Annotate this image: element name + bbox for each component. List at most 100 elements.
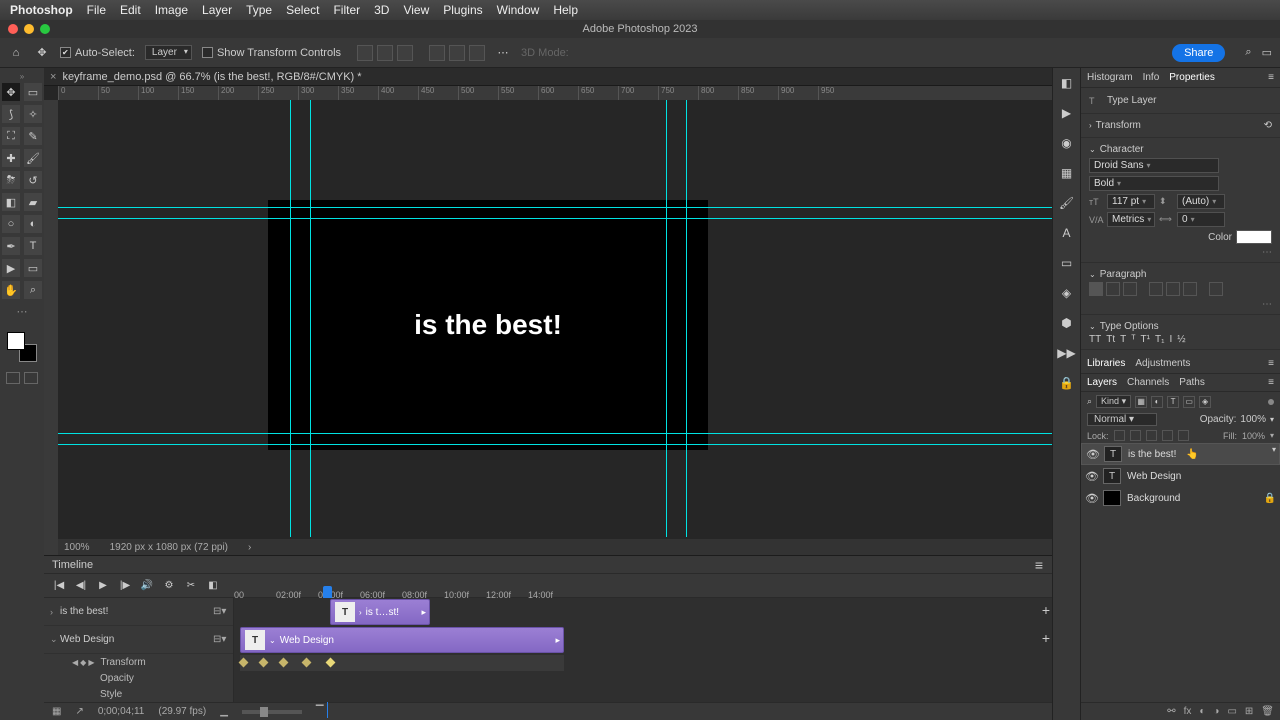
guide-horizontal[interactable] xyxy=(58,218,1052,219)
mask-icon[interactable]: ◐ xyxy=(1199,706,1205,717)
playhead[interactable] xyxy=(323,586,332,598)
crop-tool[interactable]: ⛶ xyxy=(2,127,20,145)
marquee-tool[interactable]: ▭ xyxy=(24,83,42,101)
menu-view[interactable]: View xyxy=(403,3,429,17)
fx-icon[interactable]: fx xyxy=(1184,706,1192,717)
adjustment-icon[interactable]: ◑ xyxy=(1213,706,1219,717)
document-tab[interactable]: keyframe_demo.psd @ 66.7% (is the best!,… xyxy=(62,71,361,83)
layers-menu-icon[interactable]: ≡ xyxy=(1268,377,1274,388)
panel-icon-typography[interactable]: A xyxy=(1058,224,1076,242)
auto-select-dropdown[interactable]: Layer xyxy=(145,45,192,60)
eyedropper-tool[interactable]: ✎ xyxy=(24,127,42,145)
zoom-level[interactable]: 100% xyxy=(64,542,90,553)
blend-mode-dropdown[interactable]: Normal ▾ xyxy=(1087,413,1157,426)
delete-layer-icon[interactable]: 🗑 xyxy=(1261,706,1274,717)
history-brush-tool[interactable]: ↺ xyxy=(24,171,42,189)
superscript[interactable]: T¹ xyxy=(1141,334,1150,345)
lasso-tool[interactable]: ⟆ xyxy=(2,105,20,123)
move-tool-icon[interactable]: ✥ xyxy=(34,45,50,61)
clip-is-the-best[interactable]: T › is t…st! ▸ xyxy=(330,599,430,625)
path-select-tool[interactable]: ▶ xyxy=(2,259,20,277)
visibility-toggle[interactable]: 👁 xyxy=(1085,470,1097,483)
menu-select[interactable]: Select xyxy=(286,3,319,17)
blur-tool[interactable]: ○ xyxy=(2,215,20,233)
leading-field[interactable]: (Auto) xyxy=(1177,194,1225,209)
keyframe[interactable] xyxy=(259,658,269,668)
justify-all[interactable] xyxy=(1209,282,1223,296)
filter-search-icon[interactable]: ⌕ xyxy=(1087,396,1092,407)
search-icon[interactable]: ⌕ xyxy=(1245,46,1251,59)
guide-vertical[interactable] xyxy=(686,100,687,537)
panel-icon-3d[interactable]: ⬢ xyxy=(1058,314,1076,332)
filter-adjust[interactable]: ◐ xyxy=(1151,396,1163,408)
layer-opacity-value[interactable]: 100% xyxy=(1240,414,1266,425)
filter-type[interactable]: T xyxy=(1167,396,1179,408)
font-weight-dropdown[interactable]: Bold xyxy=(1089,176,1219,191)
stamp-tool[interactable]: ⛈ xyxy=(2,171,20,189)
tab-properties[interactable]: Properties xyxy=(1169,72,1215,83)
type-options-section-toggle[interactable]: ⌄Type Options xyxy=(1089,321,1272,332)
lock-all[interactable] xyxy=(1178,430,1189,441)
filter-smart[interactable]: ◈ xyxy=(1199,396,1211,408)
panel-icon-1[interactable]: ◧ xyxy=(1058,74,1076,92)
split-clip[interactable]: ✂ xyxy=(184,579,198,593)
frame-mode-icon[interactable]: ▦ xyxy=(52,706,61,717)
font-family-dropdown[interactable]: Droid Sans xyxy=(1089,158,1219,173)
lock-pixels[interactable] xyxy=(1130,430,1141,441)
keyframe-active[interactable] xyxy=(326,658,336,668)
justify-left[interactable] xyxy=(1149,282,1163,296)
panel-icon-styles[interactable]: ▭ xyxy=(1058,254,1076,272)
align-right-text[interactable] xyxy=(1123,282,1137,296)
menu-type[interactable]: Type xyxy=(246,3,272,17)
align-left[interactable] xyxy=(357,45,373,61)
guide-horizontal[interactable] xyxy=(58,207,1052,208)
align-top[interactable] xyxy=(429,45,445,61)
filter-toggle[interactable] xyxy=(1268,399,1274,405)
lock-artboard[interactable] xyxy=(1162,430,1173,441)
standard-mask-mode[interactable] xyxy=(6,372,20,384)
doc-dimensions[interactable]: 1920 px x 1080 px (72 ppi) xyxy=(110,542,228,553)
eraser-tool[interactable]: ◧ xyxy=(2,193,20,211)
wand-tool[interactable]: ✧ xyxy=(24,105,42,123)
app-menu[interactable]: Photoshop xyxy=(10,3,73,17)
keyframe-lane-transform[interactable] xyxy=(240,655,564,671)
subscript[interactable]: T₁ xyxy=(1155,334,1164,345)
status-caret-icon[interactable]: › xyxy=(248,542,251,553)
panel-icon-color[interactable]: ◉ xyxy=(1058,134,1076,152)
transform-section-toggle[interactable]: ›Transform⟲ xyxy=(1089,120,1272,131)
keyframe[interactable] xyxy=(279,658,289,668)
home-icon[interactable]: ⌂ xyxy=(8,45,24,61)
timeline-tracks[interactable]: T › is t…st! ▸ T ⌄ Web Design ▸ xyxy=(234,598,1052,702)
heal-tool[interactable]: ✚ xyxy=(2,149,20,167)
panel-icon-swatches[interactable]: ▦ xyxy=(1058,164,1076,182)
track-header-1[interactable]: ›is the best!⊟▾ xyxy=(44,598,233,626)
text-color-chip[interactable] xyxy=(1236,230,1272,244)
menu-filter[interactable]: Filter xyxy=(333,3,360,17)
new-layer-icon[interactable]: ⊞ xyxy=(1245,706,1253,717)
track-prop-style[interactable]: Style xyxy=(44,686,233,702)
all-caps[interactable]: T xyxy=(1120,334,1126,345)
guide-horizontal[interactable] xyxy=(58,433,1052,434)
filter-shape[interactable]: ▭ xyxy=(1183,396,1195,408)
color-swatches[interactable] xyxy=(7,332,37,362)
tab-info[interactable]: Info xyxy=(1143,72,1160,83)
tracking-field[interactable]: 0 xyxy=(1177,212,1225,227)
kerning-field[interactable]: Metrics xyxy=(1107,212,1155,227)
align-center-text[interactable] xyxy=(1106,282,1120,296)
timecode[interactable]: 0;00;04;11 xyxy=(98,706,145,717)
menu-window[interactable]: Window xyxy=(497,3,540,17)
guide-vertical[interactable] xyxy=(290,100,291,537)
share-button[interactable]: Share xyxy=(1172,44,1225,62)
layer-row[interactable]: 👁 T is the best! 👆 xyxy=(1081,443,1280,465)
lock-position[interactable] xyxy=(1146,430,1157,441)
hand-tool[interactable]: ✋ xyxy=(2,281,20,299)
justify-right[interactable] xyxy=(1183,282,1197,296)
next-frame[interactable]: |▶ xyxy=(118,579,132,593)
render-icon[interactable]: ↗ xyxy=(75,706,83,717)
character-more[interactable]: ⋯ xyxy=(1089,247,1272,258)
type-tool[interactable]: T xyxy=(24,237,42,255)
canvas[interactable]: is the best! xyxy=(58,100,1052,537)
lock-transparency[interactable] xyxy=(1114,430,1125,441)
panel-menu-icon[interactable]: ≡ xyxy=(1268,72,1274,83)
workspace-icon[interactable]: ▭ xyxy=(1262,46,1272,59)
